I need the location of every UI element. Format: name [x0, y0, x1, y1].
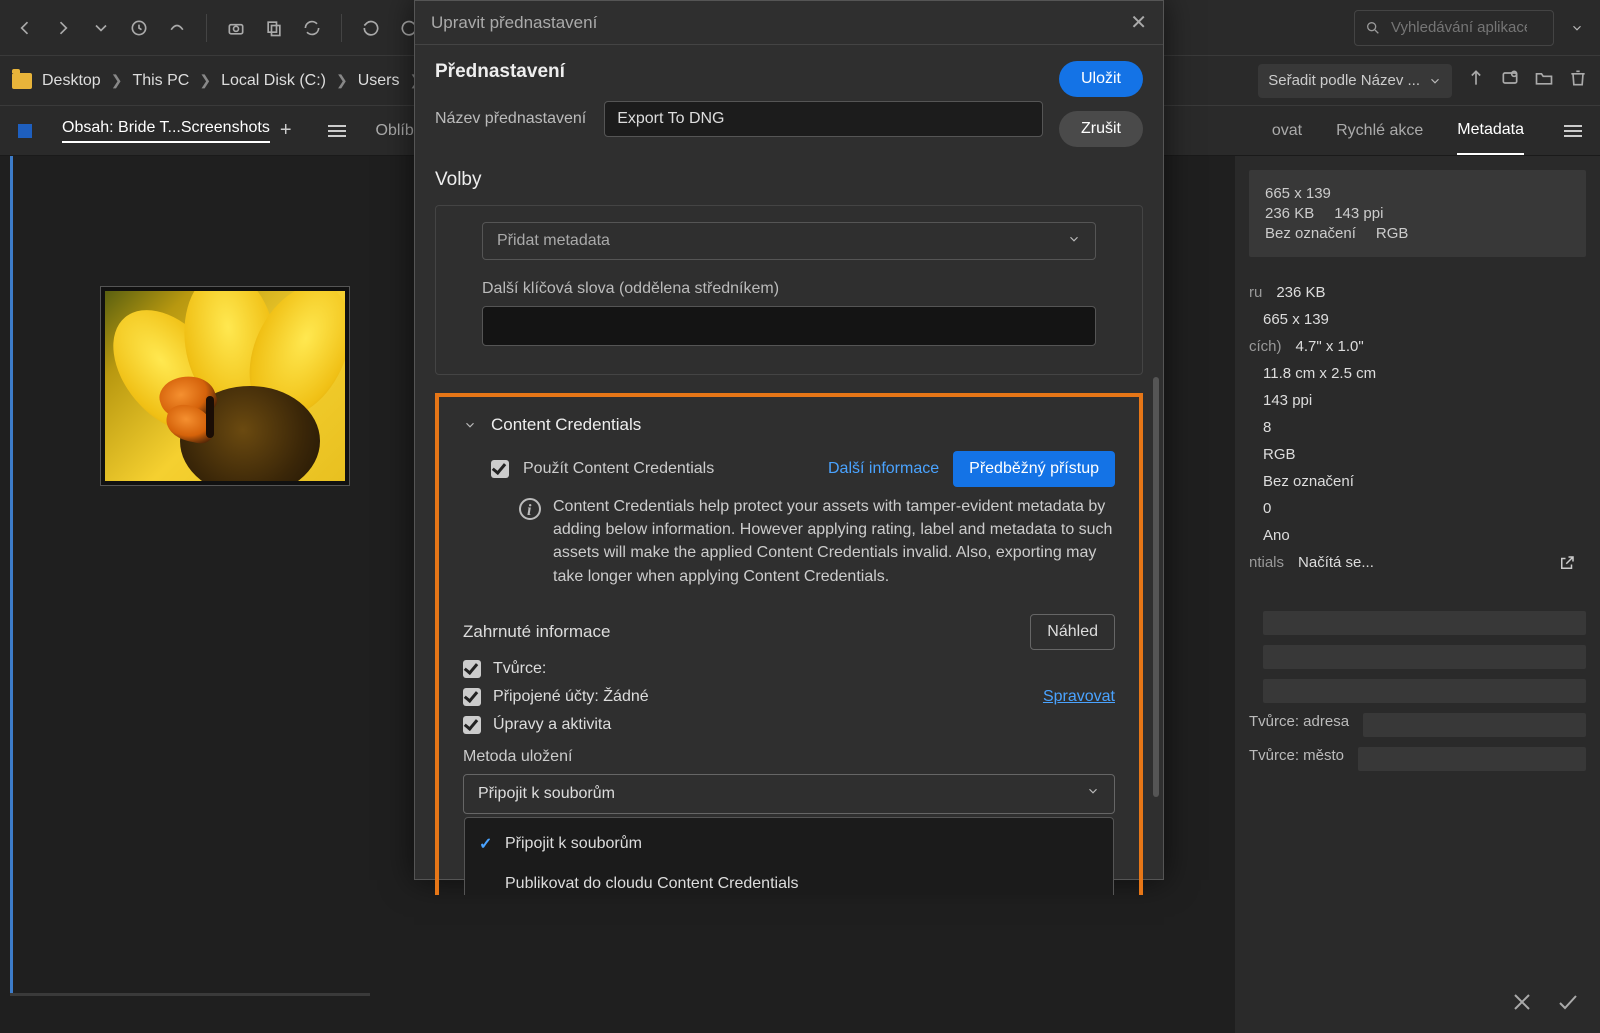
save-method-dropdown[interactable]: Připojit k souborům Připojit k souborům … [463, 774, 1115, 814]
close-icon[interactable]: ✕ [1130, 10, 1147, 35]
edits-label: Úpravy a aktivita [493, 716, 611, 734]
save-button[interactable]: Uložit [1059, 61, 1143, 97]
info-icon [519, 498, 541, 520]
use-cc-checkbox[interactable] [491, 460, 509, 478]
manage-link[interactable]: Spravovat [1043, 688, 1115, 706]
save-method-menu: Připojit k souborům Publikovat do cloudu… [464, 817, 1114, 895]
cc-description-row: Content Credentials help protect your as… [519, 495, 1115, 588]
keywords-input[interactable] [482, 306, 1096, 346]
edits-checkbox[interactable] [463, 716, 481, 734]
cc-header[interactable]: Content Credentials [463, 415, 1115, 435]
early-access-badge: Předběžný přístup [953, 451, 1115, 487]
cc-description: Content Credentials help protect your as… [553, 495, 1115, 588]
section-options-heading: Volby [435, 169, 1143, 191]
chevron-down-icon [1067, 232, 1081, 251]
chevron-down-icon [463, 418, 477, 432]
cancel-button[interactable]: Zrušit [1059, 111, 1143, 147]
keywords-label: Další klíčová slova (oddělena středníkem… [482, 280, 1096, 298]
preview-button[interactable]: Náhled [1030, 614, 1115, 650]
dialog-titlebar: Upravit přednastavení ✕ [415, 1, 1163, 45]
accounts-checkbox[interactable] [463, 688, 481, 706]
add-metadata-label: Přidat metadata [497, 232, 610, 250]
save-option-publish[interactable]: Publikovat do cloudu Content Credentials [465, 864, 1113, 895]
preset-name-label: Název přednastavení [435, 110, 586, 128]
add-metadata-dropdown[interactable]: Přidat metadata [482, 222, 1096, 260]
dialog-title: Upravit přednastavení [431, 13, 597, 33]
creator-label: Tvůrce: [493, 660, 546, 678]
modal-overlay: Upravit přednastavení ✕ Přednastavení Ná… [0, 0, 1600, 1033]
accounts-label: Připojené účty: Žádné [493, 688, 649, 706]
save-option-attach[interactable]: Připojit k souborům [465, 824, 1113, 864]
dialog-body: Volby Přidat metadata Další klíčová slov… [415, 157, 1163, 895]
dialog-header: Přednastavení Název přednastavení Uložit… [415, 45, 1163, 157]
scrollbar-thumb[interactable] [1153, 377, 1159, 797]
chevron-down-icon [1086, 784, 1100, 803]
edit-preset-dialog: Upravit přednastavení ✕ Přednastavení Ná… [414, 0, 1164, 880]
use-cc-label: Použít Content Credentials [523, 460, 714, 478]
creator-checkbox[interactable] [463, 660, 481, 678]
content-credentials-section: Content Credentials Použít Content Crede… [435, 393, 1143, 895]
save-method-value: Připojit k souborům [478, 785, 615, 803]
options-container: Přidat metadata Další klíčová slova (odd… [435, 205, 1143, 375]
section-preset-heading: Přednastavení [435, 61, 1043, 83]
cc-title: Content Credentials [491, 415, 641, 435]
save-method-label: Metoda uložení [463, 748, 1115, 766]
preset-name-input[interactable] [604, 101, 1043, 137]
more-info-link[interactable]: Další informace [828, 460, 939, 478]
included-info-label: Zahrnuté informace [463, 622, 610, 642]
